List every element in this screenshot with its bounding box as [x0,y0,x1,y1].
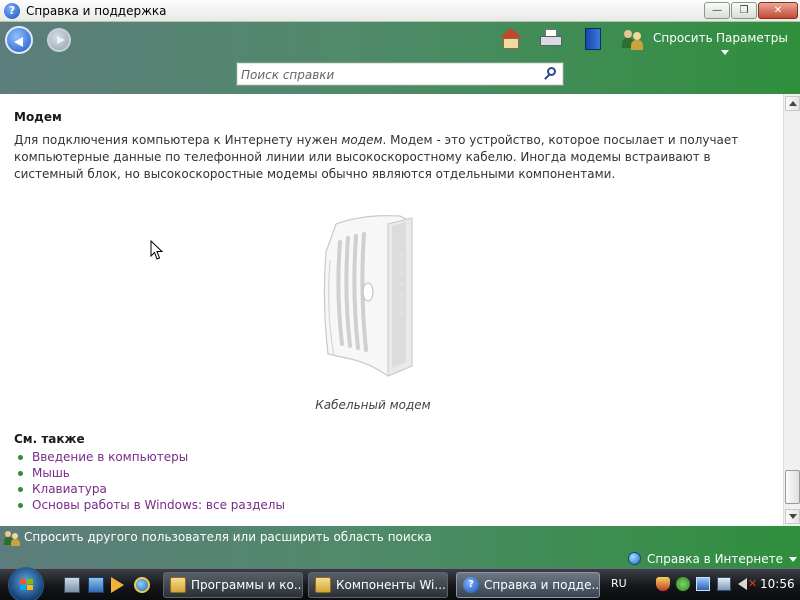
network-icon[interactable] [696,577,710,591]
search-box [236,62,564,86]
mute-indicator-icon: ✕ [748,577,758,590]
taskbar-button-label: Компоненты Wi... [336,578,446,592]
taskbar: Программы и ко... Компоненты Wi... ? Спр… [0,567,800,600]
ask-other-link[interactable]: Спросить другого пользователя или расшир… [24,530,432,544]
ask-button[interactable]: Спросить [653,31,713,45]
clock[interactable]: 10:56 [760,577,795,591]
taskbar-button-components[interactable]: Компоненты Wi... [308,572,448,598]
show-desktop-icon[interactable] [64,577,80,593]
volume-icon[interactable] [738,578,747,590]
help-app-icon: ? [4,2,20,19]
paragraph-text-start: Для подключения компьютера к Интернету н… [14,133,342,147]
close-button[interactable]: ✕ [758,2,798,19]
forward-button[interactable] [47,28,71,52]
folder-icon [170,577,186,593]
mouse-pointer-icon [150,240,164,260]
print-icon[interactable] [540,28,562,50]
list-item: Введение в компьютеры [18,449,285,465]
security-shield-icon[interactable] [656,577,670,591]
paragraph-emphasis: модем [341,133,383,147]
article-content: Модем Для подключения компьютера к Интер… [0,94,783,526]
back-button[interactable] [5,26,33,54]
maximize-button[interactable]: ❐ [731,2,757,19]
taskbar-button-help[interactable]: ? Справка и подде... [456,572,600,598]
display-icon[interactable] [717,577,731,591]
scroll-down-button[interactable] [785,509,800,524]
window-controls: — ❐ ✕ [704,2,798,19]
options-menu[interactable]: Параметры [716,31,800,59]
minimize-button[interactable]: — [704,2,730,19]
see-also-list: Введение в компьютеры Мышь Клавиатура Ос… [18,449,285,513]
help-footer-bar: Спросить другого пользователя или расшир… [0,526,800,568]
language-indicator[interactable]: RU [611,577,627,590]
media-player-icon[interactable] [111,577,124,593]
see-also-link-mouse[interactable]: Мышь [32,465,70,481]
internet-explorer-icon[interactable] [134,577,150,593]
image-caption: Кабельный модем [315,398,431,412]
title-bar: ? Справка и поддержка — ❐ ✕ [0,0,800,22]
windows-logo-icon [20,579,34,592]
see-also-link-keyboard[interactable]: Клавиатура [32,481,107,497]
switch-windows-icon[interactable] [88,577,104,593]
see-also-heading: См. также [14,432,85,446]
cable-modem-image [323,215,413,377]
taskbar-button-programs[interactable]: Программы и ко... [163,572,303,598]
start-button[interactable] [8,567,44,600]
ask-people-icon[interactable] [622,28,644,50]
ask-people-icon [4,530,20,546]
list-item: Мышь [18,465,285,481]
globe-icon [628,552,641,565]
updates-icon[interactable] [676,577,690,591]
taskbar-button-label: Справка и подде... [484,578,600,592]
browse-help-icon[interactable] [582,28,604,50]
scroll-thumb[interactable] [785,470,800,504]
search-input[interactable] [241,66,541,83]
window-title: Справка и поддержка [26,3,167,18]
folder-icon [315,577,331,593]
search-icon[interactable] [543,67,557,81]
article-paragraph: Для подключения компьютера к Интернету н… [14,132,774,183]
taskbar-button-label: Программы и ко... [191,578,303,592]
scroll-up-button[interactable] [785,96,800,111]
see-also-link-windows-basics[interactable]: Основы работы в Windows: все разделы [32,497,285,513]
online-help-menu[interactable]: Справка в Интернете [647,552,797,566]
toolbar: Спросить Параметры [0,22,800,94]
article-title: Модем [14,110,62,124]
vertical-scrollbar[interactable] [783,94,800,526]
help-icon: ? [463,577,479,593]
list-item: Клавиатура [18,481,285,497]
see-also-link-computers[interactable]: Введение в компьютеры [32,449,188,465]
list-item: Основы работы в Windows: все разделы [18,497,285,513]
home-icon[interactable] [500,28,522,50]
